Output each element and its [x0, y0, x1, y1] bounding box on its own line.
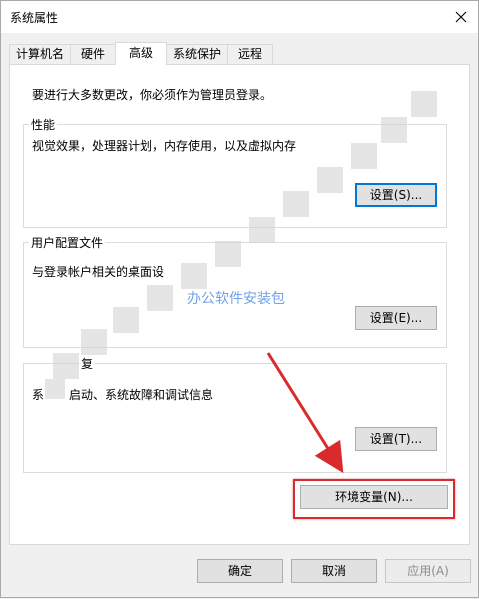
tab-advanced[interactable]: 高级: [115, 42, 167, 65]
watermark-text: 办公软件安装包: [187, 291, 285, 307]
system-properties-window: 系统属性 计算机名 硬件 高级 系统保护 远程 要进行大多数更改，你必须作为管理…: [0, 0, 479, 598]
apply-button[interactable]: 应用(A): [385, 559, 471, 583]
cancel-button[interactable]: 取消: [291, 559, 377, 583]
dialog-button-bar: 确定 取消 应用(A): [1, 549, 478, 597]
ok-button[interactable]: 确定: [197, 559, 283, 583]
